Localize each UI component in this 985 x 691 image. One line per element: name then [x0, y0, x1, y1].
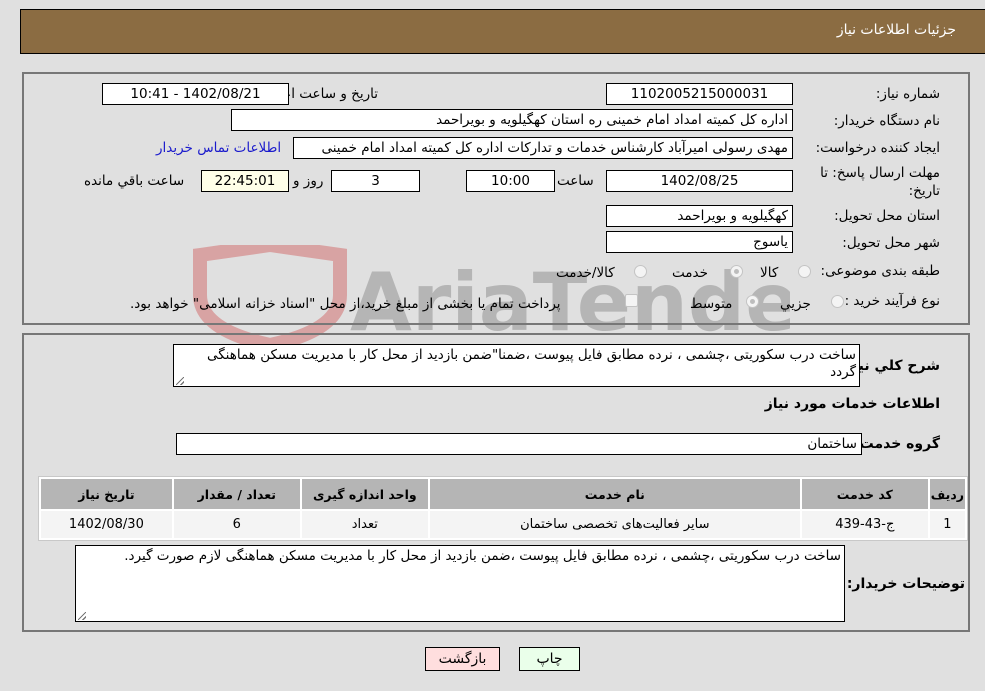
cell-service-code: ج-43-439	[801, 511, 928, 538]
city-field: یاسوج	[606, 231, 793, 253]
remaining-time-label: ساعت باقي مانده	[84, 173, 185, 189]
resize-handle-icon[interactable]	[176, 377, 184, 385]
description-text: ساخت درب سکوریتی ،چشمی ، نرده مطابق فایل…	[206, 347, 856, 380]
page-header: جزئیات اطلاعات نیاز	[20, 9, 985, 54]
days-label: روز و	[293, 173, 324, 189]
buyer-notes-text: ساخت درب سکوریتی ،چشمی ، نرده مطابق فایل…	[124, 548, 841, 564]
buyer-org-field: اداره کل کمیته امداد امام خمینی ره استان…	[231, 109, 793, 131]
col-header-unit: واحد اندازه گیری	[301, 479, 428, 509]
print-button[interactable]: چاپ	[519, 647, 580, 671]
resize-handle-icon[interactable]	[78, 612, 86, 620]
col-header-row-number: ردیف	[929, 479, 965, 509]
purchase-radio-medium[interactable]	[746, 295, 759, 308]
category-option-service: خدمت	[672, 265, 708, 281]
need-number-label: شماره نیاز:	[875, 86, 940, 102]
table-header-row: ردیف کد خدمت نام خدمت واحد اندازه گیری ت…	[41, 479, 965, 509]
city-label: شهر محل تحویل:	[842, 235, 940, 251]
services-table: ردیف کد خدمت نام خدمت واحد اندازه گیری ت…	[38, 476, 968, 541]
deadline-date-field: 1402/08/25	[606, 170, 793, 192]
service-group-label: گروه خدمت:	[854, 436, 940, 452]
buyer-org-label: نام دستگاه خریدار:	[833, 113, 940, 129]
cell-quantity: 6	[173, 511, 300, 538]
category-label: طبقه بندی موضوعی:	[820, 263, 940, 279]
requester-label: ایجاد کننده درخواست:	[815, 140, 940, 156]
cell-row-number: 1	[929, 511, 965, 538]
category-radio-goods[interactable]	[798, 265, 811, 278]
announce-datetime-field: 1402/08/21 - 10:41	[102, 83, 289, 105]
requester-field: مهدی رسولی امیرآباد کارشناس خدمات و تدار…	[293, 137, 793, 159]
services-section-title: اطلاعات خدمات مورد نیاز	[764, 396, 940, 412]
back-button[interactable]: بازگشت	[425, 647, 500, 671]
cell-unit: تعداد	[301, 511, 428, 538]
col-header-service-name: نام خدمت	[429, 479, 800, 509]
cell-need-date: 1402/08/30	[41, 511, 172, 538]
deadline-time-field: 10:00	[466, 170, 555, 192]
category-radio-goods-service[interactable]	[634, 265, 647, 278]
buyer-notes-label: توضیحات خریدار:	[846, 576, 965, 592]
description-textarea[interactable]: ساخت درب سکوریتی ،چشمی ، نرده مطابق فایل…	[173, 344, 860, 387]
category-option-goods-service: کالا/خدمت	[556, 265, 615, 281]
remaining-days-field: 3	[331, 170, 420, 192]
deadline-time-label: ساعت	[557, 173, 594, 189]
cell-service-name: سایر فعالیت‌های تخصصی ساختمان	[429, 511, 800, 538]
service-group-field: ساختمان	[176, 433, 862, 455]
remaining-time-field: 22:45:01	[201, 170, 289, 192]
col-header-quantity: تعداد / مقدار	[173, 479, 300, 509]
table-row: 1 ج-43-439 سایر فعالیت‌های تخصصی ساختمان…	[41, 511, 965, 538]
treasury-note: پرداخت تمام یا بخشی از مبلغ خرید،از محل …	[130, 296, 561, 312]
need-number-field: 1102005215000031	[606, 83, 793, 105]
purchase-type-label: نوع فرآیند خرید :	[844, 293, 940, 309]
province-field: کهگیلویه و بویراحمد	[606, 205, 793, 227]
col-header-need-date: تاریخ نیاز	[41, 479, 172, 509]
treasury-checkbox[interactable]	[625, 294, 638, 307]
purchase-radio-minor[interactable]	[831, 295, 844, 308]
purchase-option-minor: جزيي	[780, 296, 811, 312]
purchase-option-medium: متوسط	[690, 296, 733, 312]
category-option-goods: کالا	[760, 265, 779, 281]
category-radio-service[interactable]	[730, 265, 743, 278]
col-header-service-code: کد خدمت	[801, 479, 928, 509]
buyer-contact-link[interactable]: اطلاعات تماس خریدار	[156, 140, 281, 156]
deadline-label: مهلت ارسال پاسخ: تا تاریخ:	[820, 165, 940, 199]
buyer-notes-textarea[interactable]: ساخت درب سکوریتی ،چشمی ، نرده مطابق فایل…	[75, 545, 845, 622]
page-title: جزئیات اطلاعات نیاز	[836, 22, 956, 38]
province-label: استان محل تحویل:	[834, 208, 940, 224]
